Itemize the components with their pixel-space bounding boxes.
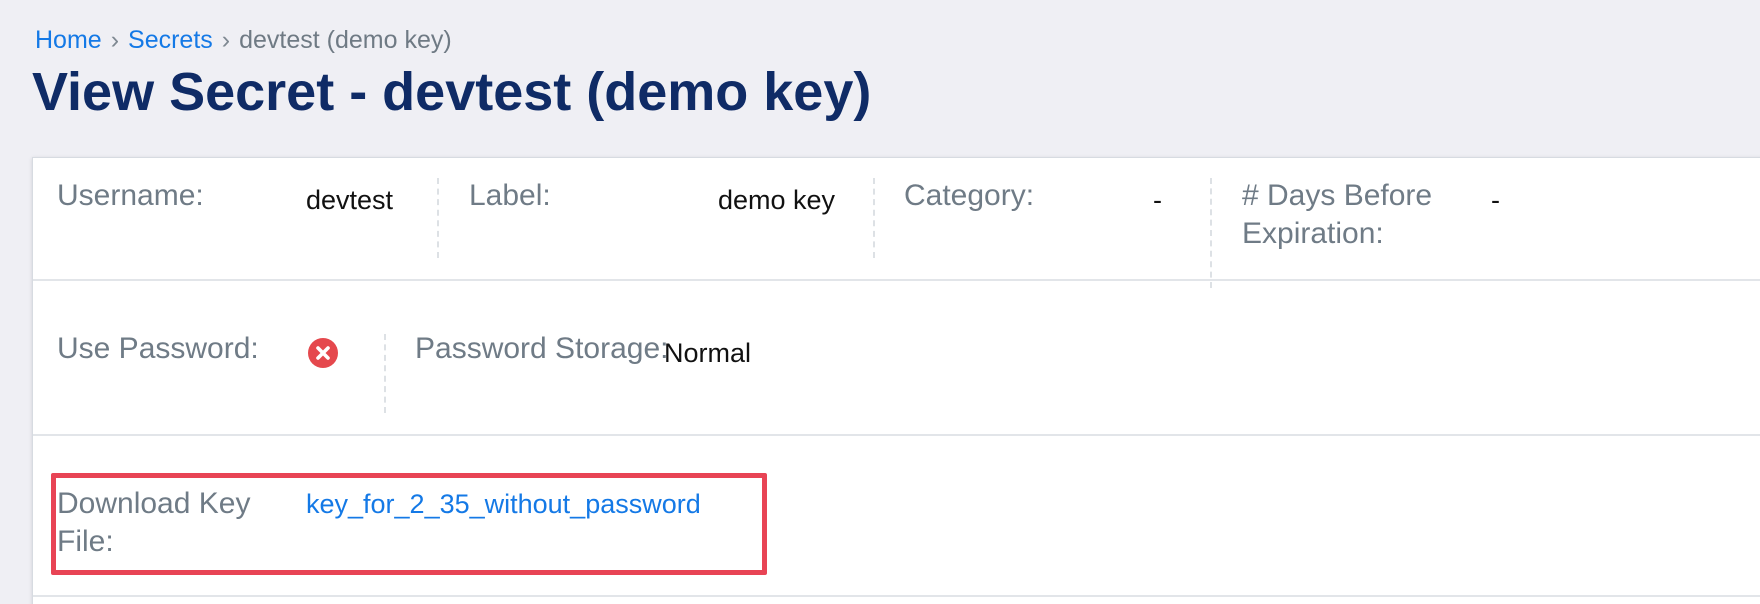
highlight-box [51,473,767,575]
breadcrumb-home[interactable]: Home [35,26,102,54]
row-divider [33,279,1760,281]
username-value: devtest [306,185,394,215]
days-before-expiration-label-line1: # Days Before [1242,179,1433,212]
column-divider [437,178,439,258]
page-title: View Secret - devtest (demo key) [32,62,872,122]
row-divider [33,595,1760,597]
column-divider [1210,178,1212,288]
breadcrumb-separator: › [110,26,120,54]
password-storage-value: Normal [664,338,752,368]
x-circle-icon [308,338,338,368]
view-secret-page: Home › Secrets › devtest (demo key) View Sec… [0,0,1760,604]
label-value: demo key [718,185,836,215]
column-divider [384,334,386,413]
breadcrumb-current: devtest (demo key) [239,26,452,54]
breadcrumb-secrets[interactable]: Secrets [128,26,213,54]
category-label: Category: [904,179,1035,212]
days-before-expiration-value: - [1491,185,1500,215]
use-password-label: Use Password: [57,332,259,365]
breadcrumb-separator: › [221,26,231,54]
secret-details-card: Username: devtest Label: demo key Catego… [32,157,1760,604]
password-storage-label: Password Storage: [415,332,669,365]
label-label: Label: [469,179,551,212]
category-value: - [1153,185,1162,215]
username-label: Username: [57,179,204,212]
row-divider [33,434,1760,436]
days-before-expiration-label-line2: Expiration: [1242,217,1384,250]
column-divider [873,178,875,258]
breadcrumb: Home › Secrets › devtest (demo key) [35,22,452,58]
